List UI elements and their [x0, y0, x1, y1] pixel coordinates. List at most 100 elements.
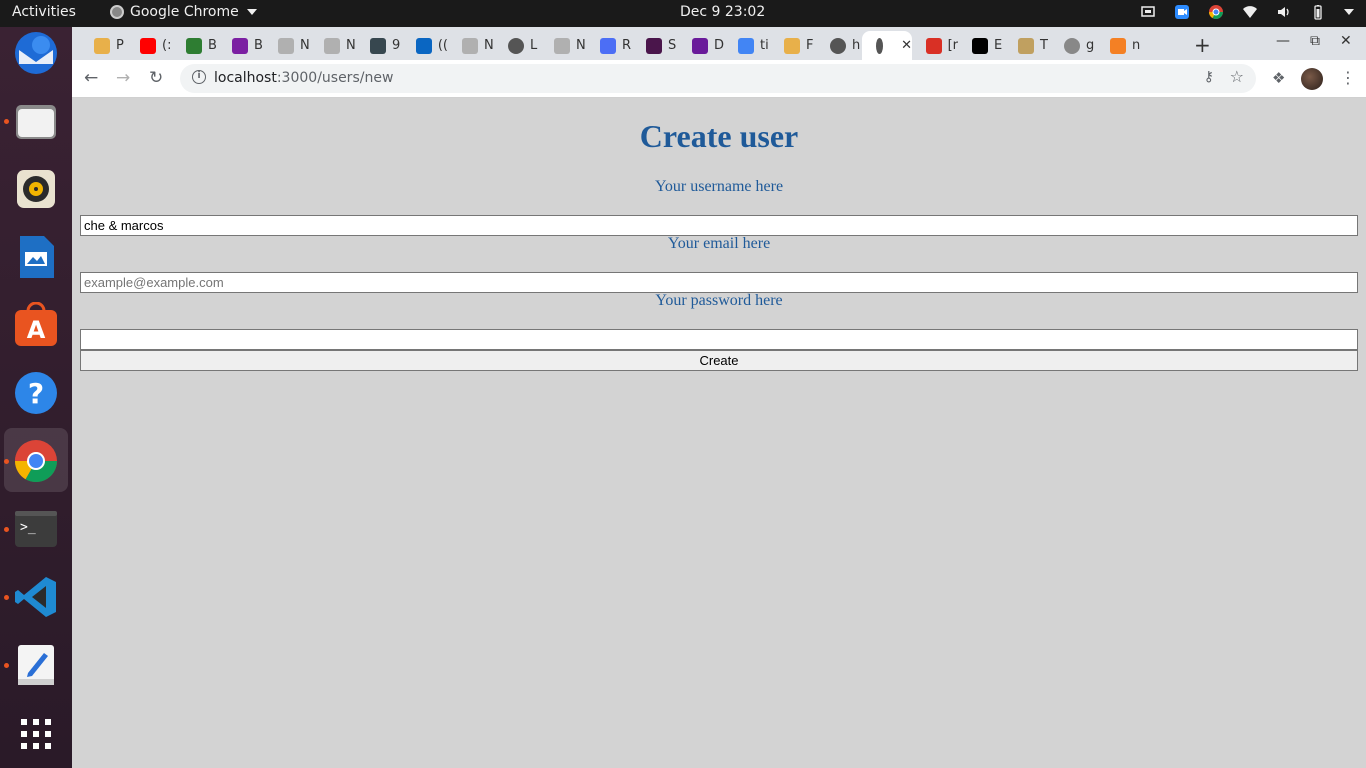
battery-icon[interactable] — [1310, 4, 1326, 20]
bookmark-star-icon[interactable]: ☆ — [1230, 67, 1244, 86]
tab-title: P — [116, 38, 124, 53]
tab[interactable]: T — [1004, 31, 1050, 60]
tab[interactable]: E — [958, 31, 1004, 60]
key-icon[interactable]: ⚷ — [1204, 69, 1214, 85]
software-icon[interactable]: A — [12, 301, 60, 349]
address-bar[interactable]: i localhost:3000/users/new ⚷ ☆ — [180, 64, 1256, 93]
tab-title: 9 — [392, 38, 401, 53]
tab[interactable]: n — [1096, 31, 1142, 60]
wifi-icon[interactable] — [1242, 4, 1258, 20]
system-tray[interactable] — [1140, 4, 1354, 20]
tab-title: g — [1086, 38, 1095, 53]
tab[interactable]: [r — [912, 31, 958, 60]
show-apps-icon[interactable] — [12, 710, 60, 758]
meta-icon — [278, 37, 294, 54]
tab[interactable]: B — [218, 31, 264, 60]
tab[interactable]: (( — [402, 31, 448, 60]
email-label: Your email here — [667, 235, 771, 252]
card-icon — [370, 37, 386, 54]
vscode-icon[interactable] — [12, 573, 60, 621]
tab[interactable]: P — [80, 31, 126, 60]
docs-icon — [600, 37, 616, 54]
new-tab-button[interactable]: + — [1194, 33, 1211, 57]
tab[interactable]: g — [1050, 31, 1096, 60]
tab[interactable]: N — [264, 31, 310, 60]
create-button[interactable]: Create — [80, 350, 1358, 371]
writer-icon[interactable] — [12, 233, 60, 281]
restore-icon[interactable]: ⧉ — [1310, 33, 1320, 49]
tab[interactable]: D — [678, 31, 724, 60]
meta-icon — [462, 37, 478, 54]
tab-title: n — [1132, 38, 1141, 53]
tab[interactable]: L — [494, 31, 540, 60]
chrome-tray-icon[interactable] — [1208, 4, 1224, 20]
chrome-small-icon — [110, 5, 124, 19]
tab-close-icon[interactable]: ✕ — [901, 38, 912, 53]
back-arrow-icon[interactable]: ← — [84, 68, 98, 88]
tab[interactable]: h — [816, 31, 862, 60]
globe-icon — [1064, 37, 1080, 54]
tab[interactable]: 9 — [356, 31, 402, 60]
tab-title: ti — [760, 38, 769, 53]
tab-title: h — [852, 38, 861, 53]
rhythmbox-icon[interactable] — [12, 165, 60, 213]
browser-window: + — ⧉ ✕ P (: B B N N 9 ((N L N R S Dti Fh ✕ [r E Tg n ← → … — [72, 27, 1366, 768]
help-icon[interactable]: ? — [12, 369, 60, 417]
clock[interactable]: Dec 9 23:02 — [680, 4, 765, 20]
tab[interactable]: F — [770, 31, 816, 60]
profile-avatar[interactable] — [1301, 68, 1323, 90]
email-input[interactable] — [80, 272, 1358, 293]
terminal-icon[interactable]: >_ — [12, 505, 60, 553]
reload-icon[interactable]: ↻ — [149, 68, 163, 88]
globe-icon — [876, 37, 884, 54]
youtube-icon — [140, 37, 156, 54]
forward-arrow-icon[interactable]: → — [116, 68, 130, 88]
google-icon — [738, 37, 754, 54]
svg-text:?: ? — [28, 377, 44, 410]
url-text[interactable]: localhost:3000/users/new — [214, 70, 393, 86]
site-info-icon[interactable]: i — [192, 70, 206, 84]
password-input[interactable] — [80, 329, 1358, 350]
menu-kebab-icon[interactable]: ⋮ — [1340, 68, 1356, 87]
tab[interactable]: B — [172, 31, 218, 60]
close-window-icon[interactable]: ✕ — [1340, 33, 1352, 49]
tab-title: N — [576, 38, 586, 53]
password-label: Your password here — [655, 292, 783, 309]
tab-title: F — [806, 38, 814, 53]
tab-title: (( — [437, 38, 448, 53]
minimize-icon[interactable]: — — [1276, 33, 1290, 49]
tab-title: (: — [162, 38, 172, 53]
tab-active[interactable]: ✕ — [862, 31, 912, 60]
tab-title: R — [622, 38, 632, 53]
extensions-puzzle-icon[interactable]: ❖ — [1272, 69, 1285, 87]
twitch-like-icon — [232, 37, 248, 54]
chart-icon — [1018, 37, 1034, 54]
activities-button[interactable]: Activities — [12, 4, 76, 20]
purple-app-icon — [692, 37, 708, 54]
tab[interactable]: N — [310, 31, 356, 60]
thunderbird-icon[interactable] — [12, 29, 60, 77]
volume-icon[interactable] — [1276, 4, 1292, 20]
tab[interactable]: N — [448, 31, 494, 60]
text-editor-icon[interactable] — [12, 641, 60, 689]
globe-icon — [830, 37, 846, 54]
files-icon[interactable] — [12, 97, 60, 145]
meta-icon — [324, 37, 340, 54]
tab-title: L — [530, 38, 538, 53]
username-input[interactable] — [80, 215, 1358, 236]
url-host: localhost — [214, 70, 277, 86]
app-menu[interactable]: Google Chrome — [110, 4, 257, 20]
tab[interactable]: ti — [724, 31, 770, 60]
tab[interactable]: N — [540, 31, 586, 60]
power-menu-caret-icon[interactable] — [1344, 9, 1354, 15]
system-top-bar: Activities Google Chrome Dec 9 23:02 — [0, 0, 1366, 27]
tab[interactable]: S — [632, 31, 678, 60]
tab[interactable]: (: — [126, 31, 172, 60]
running-indicator — [4, 459, 9, 464]
tab[interactable]: R — [586, 31, 632, 60]
zoom-icon[interactable] — [1174, 4, 1190, 20]
chrome-icon[interactable] — [12, 437, 60, 485]
stackoverflow-icon — [1110, 37, 1126, 54]
screen-icon[interactable] — [1140, 4, 1156, 20]
slack-icon — [646, 37, 662, 54]
